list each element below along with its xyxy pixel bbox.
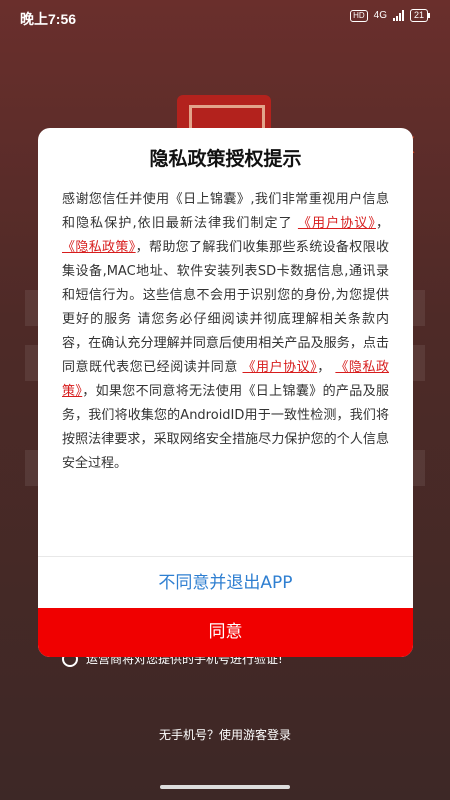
status-bar: 晚上7:56 HD 4G 21 [0,0,450,34]
user-agreement-link[interactable]: 《用户协议》 [243,360,318,375]
body-separator: ， [375,216,389,231]
privacy-policy-link[interactable]: 《隐私政策》 [62,240,136,255]
hd-icon: HD [350,9,368,22]
status-time: 晚上7:56 [20,11,77,27]
dialog-body: 感谢您信任并使用《日上锦囊》,我们非常重视用户信息和隐私保护,依旧最新法律我们制… [62,188,389,476]
home-indicator[interactable] [160,785,290,789]
battery-icon: 21 [409,9,431,22]
agree-button[interactable]: 同意 [38,608,413,657]
status-icons: HD 4G 21 [350,9,431,22]
privacy-dialog: 隐私政策授权提示 感谢您信任并使用《日上锦囊》,我们非常重视用户信息和隐私保护,… [38,128,413,657]
body-text: ，帮助您了解我们收集那些系统设备权限收集设备,MAC地址、软件安装列表SD卡数据… [62,240,389,375]
signal-icon [392,10,404,21]
user-agreement-link[interactable]: 《用户协议》 [298,216,376,231]
dialog-title: 隐私政策授权提示 [149,148,302,170]
disagree-exit-button[interactable]: 不同意并退出APP [38,560,413,606]
body-separator: ， [317,360,331,375]
body-text: ，如果您不同意将无法使用《日上锦囊》的产品及服务，我们将收集您的AndroidI… [62,384,389,471]
network-type: 4G [373,10,387,21]
divider [38,556,413,557]
guest-login-link[interactable]: 无手机号？使用游客登录 [0,726,450,743]
